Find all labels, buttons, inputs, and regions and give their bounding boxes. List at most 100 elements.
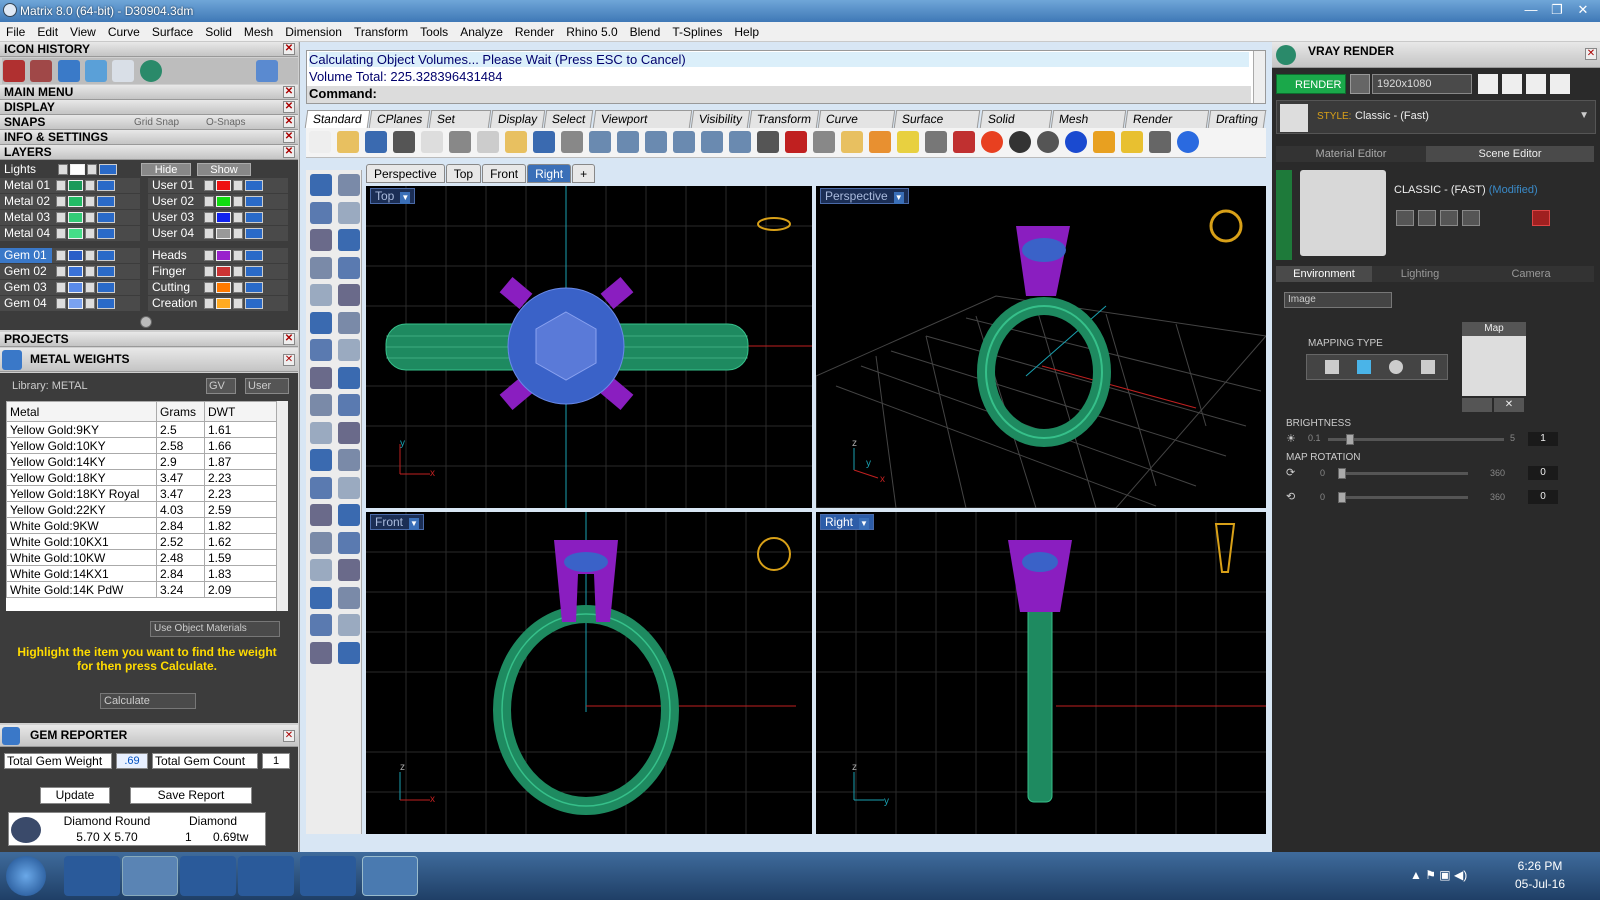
column-header-metal[interactable]: Metal <box>6 401 157 422</box>
menu-solid[interactable]: Solid <box>199 25 238 39</box>
layer-color-swatch[interactable] <box>68 180 83 191</box>
close-icon[interactable]: ✕ <box>283 116 295 128</box>
layer-color-swatch[interactable] <box>216 212 231 223</box>
table-row[interactable]: Yellow Gold:10KY 2.58 1.66 <box>6 437 278 454</box>
tray-icons[interactable]: ▲ ⚑ ▣ ◀) <box>1410 868 1467 882</box>
tab-scene-editor[interactable]: Scene Editor <box>1426 146 1594 162</box>
internet-explorer-icon[interactable] <box>64 856 120 896</box>
split-icon[interactable] <box>338 394 360 416</box>
lock-icon[interactable] <box>233 282 243 293</box>
wireframe-icon[interactable] <box>813 131 835 153</box>
layer-color-swatch[interactable] <box>68 282 83 293</box>
dimension-icon[interactable] <box>338 504 360 526</box>
render-settings-icon[interactable] <box>1350 74 1370 94</box>
menu-surface[interactable]: Surface <box>146 25 199 39</box>
snap-icon[interactable] <box>841 131 863 153</box>
color-wheel-icon[interactable] <box>981 131 1003 153</box>
save-icon[interactable] <box>365 131 387 153</box>
display-header[interactable]: DISPLAY ✕ <box>0 100 298 115</box>
table-row[interactable]: White Gold:9KW 2.84 1.82 <box>6 517 278 534</box>
layer-arrow-icon[interactable] <box>56 250 66 261</box>
chrome-icon[interactable] <box>238 856 294 896</box>
layer-name[interactable]: Finger <box>148 264 200 279</box>
menu-dimension[interactable]: Dimension <box>279 25 348 39</box>
sphere-blue-icon[interactable] <box>1065 131 1087 153</box>
shield-icon[interactable] <box>953 131 975 153</box>
toolbar-tab[interactable]: Standard <box>304 110 370 128</box>
paste-icon[interactable] <box>505 131 527 153</box>
tab-right[interactable]: Right <box>527 164 572 183</box>
triangle-icon[interactable] <box>310 256 332 279</box>
viewport-label-top[interactable]: Top ▼ <box>370 188 416 204</box>
visibility-icon[interactable] <box>97 228 115 239</box>
visibility-icon[interactable] <box>245 212 263 223</box>
menu-rhino[interactable]: Rhino 5.0 <box>560 25 623 39</box>
menu-help[interactable]: Help <box>728 25 765 39</box>
gear-icon[interactable] <box>1121 131 1143 153</box>
layer-arrow-icon[interactable] <box>56 298 66 309</box>
viewport-front[interactable]: z x Front ▼ <box>366 512 812 834</box>
matrix-app-icon[interactable] <box>362 856 418 896</box>
layer-name[interactable]: User 02 <box>148 194 200 209</box>
tab-material-editor[interactable]: Material Editor <box>1276 146 1426 162</box>
table-row[interactable]: Yellow Gold:14KY 2.9 1.87 <box>6 453 278 470</box>
visibility-icon[interactable] <box>245 228 263 239</box>
command-prompt[interactable]: Command: <box>307 86 1251 103</box>
table-row[interactable]: White Gold:10KW 2.48 1.59 <box>6 549 278 566</box>
layer-color-swatch[interactable] <box>68 250 83 261</box>
save-as-icon[interactable] <box>1418 210 1436 226</box>
extend-icon[interactable] <box>310 421 332 444</box>
boolean-diff-icon[interactable] <box>338 449 360 471</box>
lock-icon[interactable] <box>233 250 243 261</box>
table-row[interactable]: White Gold:14K PdW 3.24 2.09 <box>6 581 278 598</box>
folder-icon[interactable] <box>112 60 135 82</box>
layer-row[interactable]: Metal 02 <box>0 194 140 209</box>
lock-icon[interactable] <box>85 250 95 261</box>
mapping-screen-icon[interactable] <box>1421 360 1435 374</box>
environment-type-select[interactable]: Image <box>1284 292 1392 308</box>
layer-row[interactable]: Metal 04 <box>0 226 140 241</box>
close-icon[interactable]: ✕ <box>283 131 295 143</box>
layer-name[interactable]: Heads <box>148 248 200 263</box>
close-icon[interactable]: ✕ <box>1585 48 1597 60</box>
close-button[interactable]: ✕ <box>1570 0 1596 20</box>
warning-icon[interactable] <box>338 641 360 664</box>
layer-name[interactable]: Creation <box>148 296 200 311</box>
close-icon[interactable]: ✕ <box>283 354 295 366</box>
toolbar-tab[interactable]: Curve Tools <box>817 110 896 143</box>
boolean-union-icon[interactable] <box>310 449 332 471</box>
tab-top[interactable]: Top <box>445 164 482 183</box>
layer-arrow-icon[interactable] <box>204 228 214 239</box>
layer-arrow-icon[interactable] <box>204 180 214 191</box>
surface-icon[interactable] <box>310 311 332 334</box>
four-view-icon[interactable] <box>757 131 779 153</box>
gv-toggle[interactable]: GV <box>206 378 236 394</box>
visibility-icon[interactable] <box>245 196 263 207</box>
media-player-icon[interactable] <box>180 856 236 896</box>
export-icon[interactable] <box>421 131 443 153</box>
chevron-down-icon[interactable]: ▼ <box>400 192 411 204</box>
reset-icon[interactable] <box>1532 210 1550 226</box>
layer-name[interactable]: Gem 04 <box>0 296 52 311</box>
rectangle-icon[interactable] <box>338 256 360 279</box>
list-icon[interactable] <box>1526 74 1546 94</box>
lights-lock[interactable] <box>87 164 97 175</box>
history-tool-icon[interactable] <box>57 60 80 82</box>
rotation1-value[interactable]: 0 <box>1528 466 1558 480</box>
layer-color-swatch[interactable] <box>68 266 83 277</box>
layer-color-swatch[interactable] <box>68 228 83 239</box>
menu-tsplines[interactable]: T-Splines <box>666 25 728 39</box>
menu-view[interactable]: View <box>64 25 102 39</box>
menu-curve[interactable]: Curve <box>102 25 146 39</box>
visibility-icon[interactable] <box>245 298 263 309</box>
command-scrollbar[interactable] <box>1253 51 1265 103</box>
toolbar-tab[interactable]: Viewport Layout <box>592 110 693 143</box>
lights-arrow[interactable] <box>58 164 68 175</box>
layer-name[interactable]: Metal 01 <box>0 178 52 193</box>
visibility-icon[interactable] <box>97 212 115 223</box>
layer-arrow-icon[interactable] <box>204 212 214 223</box>
lock-icon[interactable] <box>85 228 95 239</box>
close-icon[interactable]: ✕ <box>283 86 295 98</box>
calculator-icon[interactable] <box>300 856 356 896</box>
rotation2-slider-thumb[interactable] <box>1338 492 1346 503</box>
